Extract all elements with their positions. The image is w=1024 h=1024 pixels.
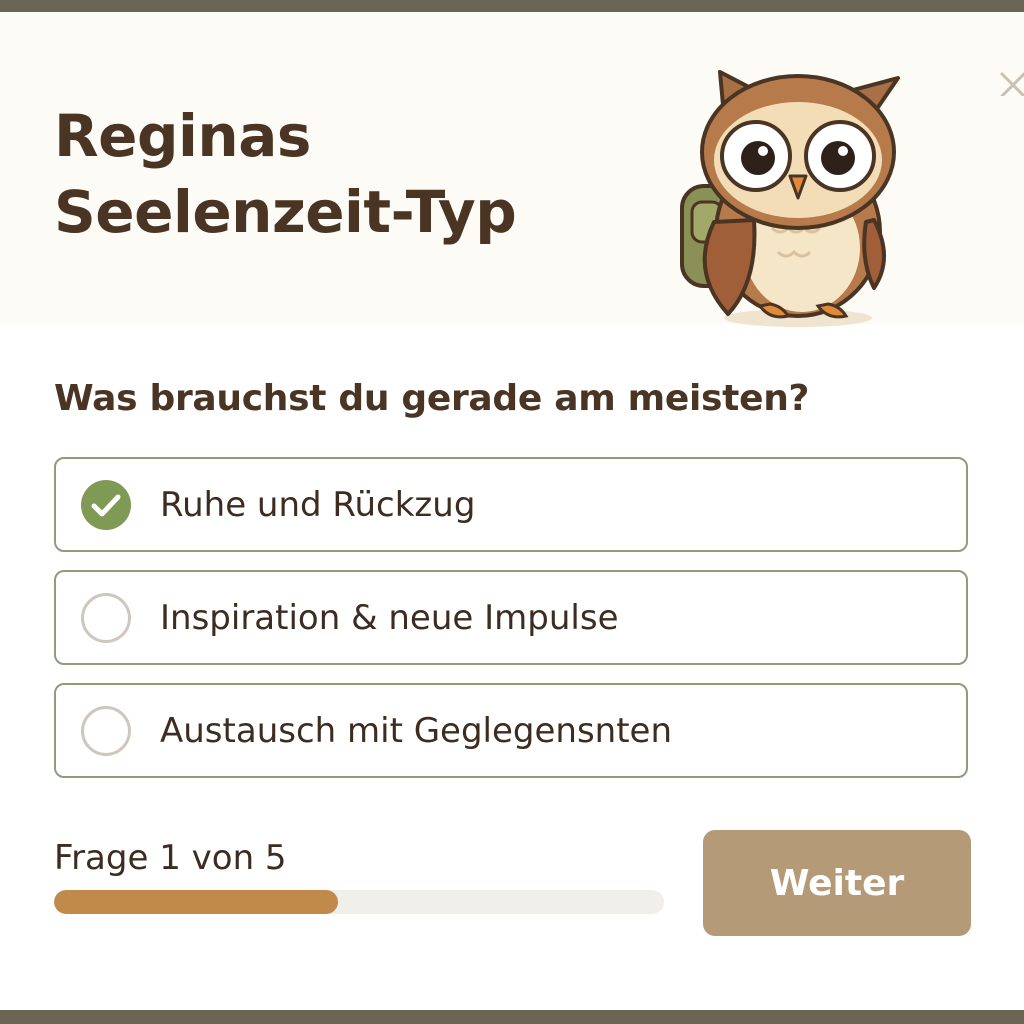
progress-label: Frage 1 von 5 [54,838,287,878]
answer-option-2[interactable]: Inspiration & neue Impulse [54,570,968,665]
title-line-2: Seelenzeit-Typ [54,178,517,246]
close-icon[interactable] [992,56,1024,96]
page-title: Reginas Seelenzeit-Typ [54,98,517,250]
answer-option-3[interactable]: Austausch mit Geglegensnten [54,683,968,778]
radio-empty-icon [81,592,131,643]
question-heading: Was brauchst du gerade am meisten? [54,378,810,419]
quiz-dialog: Reginas Seelenzeit-Typ Was brauchst du g… [0,12,1024,1010]
radio-empty-icon [81,705,131,756]
progress-bar-fill [54,890,338,914]
answer-option-label: Austausch mit Geglegensnten [160,710,673,751]
next-button[interactable]: Weiter [703,830,971,936]
check-circle-icon [81,479,131,530]
owl-mascot-illustration [680,70,900,327]
answer-option-label: Ruhe und Rückzug [160,484,476,525]
answer-option-1[interactable]: Ruhe und Rückzug [54,457,968,552]
progress-bar [54,890,664,914]
title-line-1: Reginas [54,102,311,170]
dialog-header: Reginas Seelenzeit-Typ [0,12,1024,327]
answer-option-label: Inspiration & neue Impulse [160,597,619,638]
